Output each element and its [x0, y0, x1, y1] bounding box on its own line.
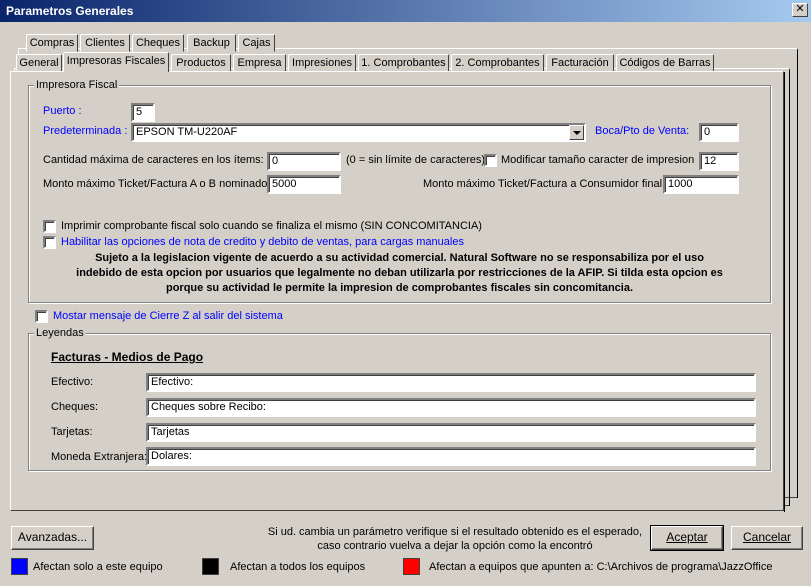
cant-max-label: Cantidad máxima de caracteres en los íte… [43, 154, 264, 166]
leyenda-cheques-label: Cheques: [51, 401, 99, 413]
modificar-label: Modificar tamaño caracter de impresion [501, 154, 695, 166]
tab-empresa[interactable]: Empresa [233, 54, 286, 72]
tab-label: Códigos de Barras [619, 57, 711, 69]
cancelar-label: Cancelar [742, 530, 792, 544]
tab-1-comprobantes[interactable]: 1. Comprobantes [358, 54, 449, 72]
leyenda-efectivo-input[interactable]: Efectivo: [146, 373, 756, 392]
tab-label: Compras [29, 37, 75, 49]
tab-impresoras-fiscales[interactable]: Impresoras Fiscales [63, 52, 169, 72]
info-line-2: caso contrario vuelva a dejar la opción … [317, 540, 593, 552]
boca-label: Boca/Pto de Venta: [595, 125, 690, 137]
boca-input[interactable]: 0 [699, 123, 739, 142]
leyendas-group-title: Leyendas [34, 327, 86, 339]
close-icon[interactable]: ✕ [792, 3, 808, 17]
tab-backup[interactable]: Backup [187, 34, 236, 52]
warning-line: porque su actividad le permite la impres… [165, 282, 634, 294]
leyenda-cheques-input[interactable]: Cheques sobre Recibo: [146, 398, 756, 417]
puerto-input[interactable]: 5 [131, 103, 155, 122]
tab-impresiones[interactable]: Impresiones [288, 54, 356, 72]
legend-black-swatch [202, 558, 219, 575]
habilitar-label: Habilitar las opciones de nota de credit… [61, 236, 464, 248]
leyenda-efectivo-label: Efectivo: [51, 376, 94, 388]
tab-compras[interactable]: Compras [26, 34, 78, 52]
window-title: Parametros Generales [6, 4, 134, 18]
mostrar-cierre-z-label: Mostar mensaje de Cierre Z al salir del … [53, 310, 283, 322]
tab-general[interactable]: General [16, 54, 62, 72]
tab-label: Backup [193, 37, 230, 49]
legend-red-swatch [403, 558, 420, 575]
tab-productos[interactable]: Productos [171, 54, 231, 72]
monto-cf-input[interactable]: 1000 [663, 175, 739, 194]
chevron-down-icon[interactable] [569, 125, 584, 140]
monto-ab-label: Monto máximo Ticket/Factura A o B nomina… [43, 178, 268, 190]
imprimir-label: Imprimir comprobante fiscal solo cuando … [61, 220, 482, 232]
tab-label: Impresoras Fiscales [66, 55, 166, 67]
tab-label: 2. Comprobantes [455, 57, 540, 69]
mostrar-cierre-z-checkbox[interactable] [35, 310, 48, 323]
title-bar: Parametros Generales [0, 0, 811, 22]
monto-cf-label: Monto máximo Ticket/Factura a Consumidor… [423, 178, 663, 190]
tab-label: Cheques [135, 37, 181, 49]
leyenda-tarjetas-label: Tarjetas: [51, 426, 93, 438]
legend-blue-label: Afectan solo a este equipo [33, 561, 163, 573]
imprimir-checkbox[interactable] [43, 220, 56, 233]
leyenda-tarjetas-input[interactable]: Tarjetas [146, 423, 756, 442]
divider [784, 72, 785, 512]
legend-blue-swatch [11, 558, 28, 575]
aceptar-button[interactable]: Aceptar [650, 525, 724, 551]
tab-2-comprobantes[interactable]: 2. Comprobantes [451, 54, 544, 72]
habilitar-checkbox[interactable] [43, 236, 56, 249]
info-line-1: Si ud. cambia un parámetro verifique si … [267, 526, 643, 538]
modificar-checkbox[interactable] [484, 154, 497, 167]
tab-label: 1. Comprobantes [361, 57, 446, 69]
tab-cajas[interactable]: Cajas [238, 34, 275, 52]
warning-line: Sujeto a la legislacion vigente de acuer… [95, 252, 704, 264]
tab-label: Productos [176, 57, 226, 69]
puerto-label: Puerto : [43, 105, 82, 117]
tab-label: Facturación [551, 57, 609, 69]
monto-ab-input[interactable]: 5000 [267, 175, 341, 194]
tab-label: Empresa [237, 57, 282, 69]
predeterminada-value: EPSON TM-U220AF [136, 126, 238, 138]
tab-label: General [19, 57, 59, 69]
legend-red-label: Afectan a equipos que apunten a: C:\Arch… [429, 561, 773, 573]
tab-codigos-de-barras[interactable]: Códigos de Barras [616, 54, 714, 72]
warning-line: indebido de esta opcion por usuarios que… [76, 267, 723, 279]
tab-label: Cajas [242, 37, 271, 49]
cant-max-input[interactable]: 0 [267, 152, 341, 171]
cant-max-hint: (0 = sin límite de caracteres) [346, 154, 486, 166]
tab-label: Clientes [85, 37, 125, 49]
predeterminada-label: Predeterminada : [43, 125, 128, 137]
avanzadas-button[interactable]: Avanzadas... [11, 526, 94, 550]
aceptar-label: Aceptar [666, 530, 708, 544]
tab-clientes[interactable]: Clientes [80, 34, 130, 52]
modificar-input[interactable]: 12 [699, 152, 739, 171]
tab-facturacion[interactable]: Facturación [546, 54, 614, 72]
leyenda-moneda-label: Moneda Extranjera: [51, 451, 147, 463]
impresora-fiscal-group-title: Impresora Fiscal [34, 79, 120, 91]
warning-text: Sujeto a la legislacion vigente de acuer… [36, 251, 763, 296]
divider [789, 70, 790, 506]
predeterminada-select[interactable]: EPSON TM-U220AF [131, 123, 586, 142]
divider [797, 50, 798, 498]
leyendas-heading: Facturas - Medios de Pago [51, 350, 204, 364]
tab-label: Impresiones [292, 57, 352, 69]
tab-cheques[interactable]: Cheques [132, 34, 184, 52]
legend-black-label: Afectan a todos los equipos [230, 561, 366, 573]
leyenda-moneda-input[interactable]: Dolares: [146, 447, 756, 466]
cancelar-button[interactable]: Cancelar [731, 526, 803, 550]
